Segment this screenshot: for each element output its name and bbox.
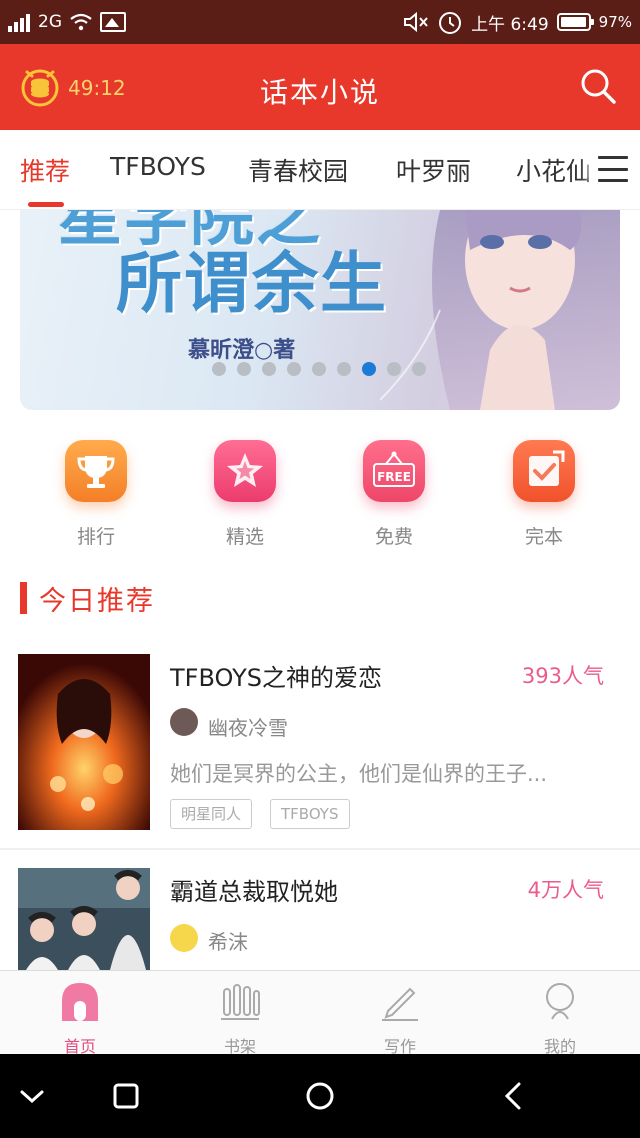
quick-links: 排行 精选 FREE 免费 完本 <box>0 440 640 560</box>
quick-link-ranking[interactable]: 排行 <box>46 440 146 549</box>
bookshelf-icon <box>221 984 260 1020</box>
alarm-icon <box>439 12 462 34</box>
menu-icon[interactable] <box>598 156 628 182</box>
book-tag[interactable]: 明星同人 <box>170 799 253 829</box>
author-avatar <box>170 924 198 952</box>
book-title[interactable]: TFBOYS之神的爱恋 <box>170 658 382 693</box>
checkbox-icon <box>513 440 575 502</box>
book-popularity: 4万人气 <box>527 878 604 902</box>
list-divider <box>0 848 640 850</box>
home-circle-icon[interactable] <box>300 1076 340 1116</box>
nav-profile[interactable]: 我的 <box>510 981 610 1057</box>
quick-link-free[interactable]: FREE 免费 <box>344 440 444 549</box>
carousel-dot[interactable] <box>237 362 251 376</box>
section-marker <box>20 582 27 614</box>
banner-author: 慕昕澄○著 <box>188 338 296 363</box>
banner-title-line2: 所谓余生 <box>116 244 388 322</box>
carousel-dots <box>212 362 426 376</box>
profile-icon <box>546 983 574 1020</box>
book-author: 希沫 <box>208 930 248 954</box>
quick-link-label: 免费 <box>374 526 413 548</box>
wifi-icon <box>70 13 92 31</box>
quick-link-label: 排行 <box>76 526 115 548</box>
book-description: 她们是冥界的公主，他们是仙界的王子... <box>170 762 548 786</box>
system-navigation-bar <box>0 1054 640 1138</box>
carousel-dot[interactable] <box>312 362 326 376</box>
tab-yeluoli[interactable]: 叶罗丽 <box>396 152 471 188</box>
nav-write[interactable]: 写作 <box>350 981 450 1057</box>
book-popularity: 393人气 <box>521 664 604 688</box>
carousel-dot[interactable] <box>337 362 351 376</box>
collapse-icon[interactable] <box>12 1076 52 1116</box>
app-header: 49:12 话本小说 <box>0 44 640 130</box>
home-icon <box>62 983 98 1021</box>
carousel-dot-active[interactable] <box>362 362 376 376</box>
battery-icon <box>556 13 594 31</box>
book-title[interactable]: 霸道总裁取悦她 <box>170 872 338 907</box>
active-tab-indicator <box>28 202 64 207</box>
quick-link-label: 完本 <box>524 526 563 548</box>
star-icon <box>214 440 276 502</box>
nav-home[interactable]: 首页 <box>30 981 130 1057</box>
banner-illustration <box>380 210 620 410</box>
status-right: 上午 6:49 97% <box>403 9 632 35</box>
section-title: 今日推荐 <box>20 580 155 617</box>
tab-xiaohuaxian[interactable]: 小花仙 <box>516 152 591 188</box>
free-sign-icon: FREE <box>363 440 425 502</box>
signal-icon <box>8 12 30 32</box>
banner-carousel[interactable]: 星学院之 所谓余生 慕昕澄○著 <box>20 210 620 410</box>
tab-tfboys[interactable]: TFBOYS <box>110 152 206 181</box>
book-author: 幽夜冷雪 <box>208 716 288 740</box>
pen-icon <box>382 987 418 1021</box>
book-tag[interactable]: TFBOYS <box>270 799 350 829</box>
trophy-icon <box>65 440 127 502</box>
book-cover[interactable] <box>18 868 150 970</box>
tab-youth-campus[interactable]: 青春校园 <box>248 152 348 188</box>
status-left: 2G <box>8 12 126 32</box>
mute-icon <box>404 11 428 33</box>
quick-link-label: 精选 <box>225 526 264 548</box>
carousel-dot[interactable] <box>412 362 426 376</box>
carousel-dot[interactable] <box>212 362 226 376</box>
section-title-text: 今日推荐 <box>39 585 155 617</box>
status-time: 上午 6:49 <box>471 14 549 35</box>
nav-bookshelf[interactable]: 书架 <box>190 981 290 1057</box>
recent-apps-icon[interactable] <box>106 1076 146 1116</box>
author-avatar <box>170 708 198 736</box>
carousel-dot[interactable] <box>387 362 401 376</box>
quick-link-completed[interactable]: 完本 <box>494 440 594 549</box>
free-sign-text: FREE <box>377 470 411 484</box>
category-tabs: 推荐 TFBOYS 青春校园 叶罗丽 小花仙 <box>0 130 640 210</box>
bottom-tab-bar: 首页 书架 写作 我的 <box>0 970 640 1057</box>
app-title: 话本小说 <box>259 76 380 109</box>
tab-recommend[interactable]: 推荐 <box>20 152 70 188</box>
search-icon[interactable] <box>578 66 618 106</box>
battery-level: 97% <box>598 13 632 31</box>
network-type: 2G <box>38 12 62 32</box>
carousel-dot[interactable] <box>287 362 301 376</box>
carousel-dot[interactable] <box>262 362 276 376</box>
image-notification-icon <box>100 12 126 32</box>
status-bar: 2G 上午 6:49 97% <box>0 0 640 44</box>
back-icon[interactable] <box>494 1076 534 1116</box>
quick-link-featured[interactable]: 精选 <box>195 440 295 549</box>
book-cover[interactable] <box>18 654 150 830</box>
